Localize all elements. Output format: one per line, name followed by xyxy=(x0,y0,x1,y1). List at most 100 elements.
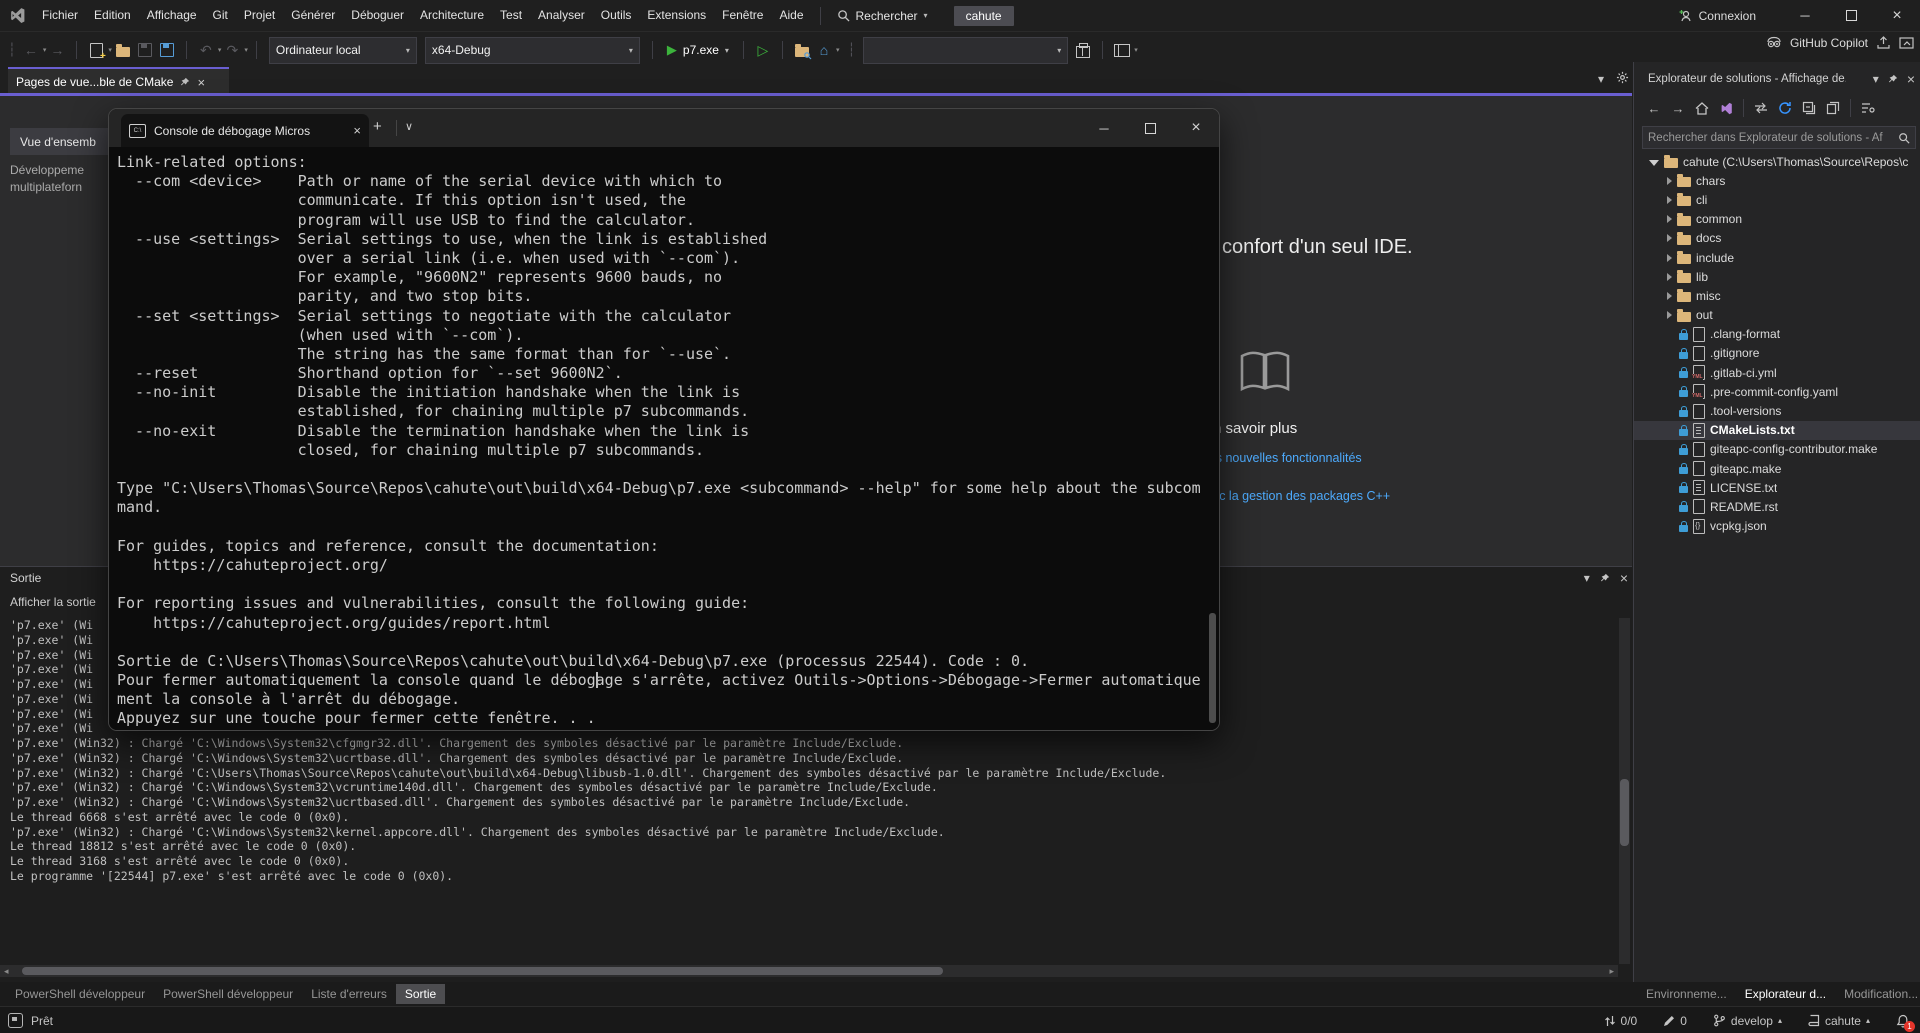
tree-item-pre-commit-config[interactable]: .pre-commit-config.yaml xyxy=(1634,382,1920,401)
back-button[interactable]: ← xyxy=(1644,98,1664,118)
git-branch-status[interactable]: develop ▴ xyxy=(1713,1014,1782,1028)
terminal-close-button[interactable]: × xyxy=(1173,109,1219,147)
tree-item-giteapc-config-contributor[interactable]: giteapc-config-contributor.make xyxy=(1634,440,1920,459)
menu-aide[interactable]: Aide xyxy=(771,0,811,31)
tab-powershell-developpeur-2[interactable]: PowerShell développeur xyxy=(154,984,302,1004)
tree-item-chars[interactable]: chars xyxy=(1634,171,1920,190)
menu-fichier[interactable]: Fichier xyxy=(34,0,86,31)
toolbar-grip[interactable]: ┆ xyxy=(847,42,855,58)
tree-item-lib[interactable]: lib xyxy=(1634,267,1920,286)
share-icon[interactable] xyxy=(1876,36,1891,50)
tab-modifications-git[interactable]: Modification... xyxy=(1835,984,1920,1004)
pin-icon[interactable] xyxy=(1600,573,1610,583)
tree-item-clang-format[interactable]: .clang-format xyxy=(1634,325,1920,344)
menu-fenetre[interactable]: Fenêtre xyxy=(714,0,771,31)
tree-item-vcpkg-json[interactable]: vcpkg.json xyxy=(1634,517,1920,536)
find-in-files-button[interactable] xyxy=(791,38,813,62)
terminal-title-bar[interactable]: C:\ Console de débogage Micros × + ∨ ─ × xyxy=(109,109,1219,147)
menu-projet[interactable]: Projet xyxy=(236,0,283,31)
tree-item-gitignore[interactable]: .gitignore xyxy=(1634,344,1920,363)
terminal-dropdown-button[interactable]: ∨ xyxy=(405,120,413,133)
tree-item-cmakelists[interactable]: CMakeLists.txt xyxy=(1634,421,1920,440)
close-icon[interactable]: × xyxy=(353,123,361,138)
preview-selected-items-icon[interactable] xyxy=(1823,98,1843,118)
navigate-back-button[interactable]: ← xyxy=(20,38,42,62)
debug-target-combobox[interactable]: Ordinateur local ▾ xyxy=(269,37,417,64)
terminal-minimize-button[interactable]: ─ xyxy=(1081,109,1127,147)
collapsed-icon[interactable] xyxy=(1667,311,1672,319)
redo-dropdown-icon[interactable]: ▾ xyxy=(244,46,248,54)
tab-environnement[interactable]: Environneme... xyxy=(1637,984,1736,1004)
start-debugging-button[interactable]: ▶ p7.exe ▾ xyxy=(661,38,735,63)
overview-section-button[interactable]: Vue d'ensemb xyxy=(10,128,118,155)
navigate-forward-button[interactable]: → xyxy=(46,38,68,62)
active-project-badge[interactable]: cahute xyxy=(954,6,1014,26)
toolbar-grip[interactable]: ┆ xyxy=(8,42,16,58)
feedback-icon[interactable] xyxy=(8,1013,23,1028)
scroll-right-icon[interactable]: ▸ xyxy=(1609,965,1614,977)
tree-item-cli[interactable]: cli xyxy=(1634,190,1920,209)
collapsed-icon[interactable] xyxy=(1667,254,1672,262)
new-tab-button[interactable]: + xyxy=(373,118,382,135)
undo-button[interactable]: ↶ xyxy=(195,38,217,62)
open-folder-button[interactable] xyxy=(112,38,134,62)
pin-icon[interactable] xyxy=(180,77,190,87)
menu-deboguer[interactable]: Déboguer xyxy=(343,0,412,31)
tab-cmake-overview-pages[interactable]: Pages de vue...ble de CMake × xyxy=(8,67,229,95)
pending-edits-status[interactable]: 0 xyxy=(1663,1014,1687,1028)
horizontal-scrollbar-thumb[interactable] xyxy=(22,967,943,975)
tab-powershell-developpeur-1[interactable]: PowerShell développeur xyxy=(6,984,154,1004)
github-copilot-label[interactable]: GitHub Copilot xyxy=(1790,36,1868,50)
startup-item-button[interactable]: ⌂ xyxy=(813,38,835,62)
terminal-tab[interactable]: C:\ Console de débogage Micros × xyxy=(121,114,369,147)
horizontal-scrollbar[interactable]: ◂ ▸ xyxy=(0,965,1618,977)
tree-item-common[interactable]: common xyxy=(1634,210,1920,229)
tree-item-out[interactable]: out xyxy=(1634,306,1920,325)
tree-item-giteapc-make[interactable]: giteapc.make xyxy=(1634,459,1920,478)
collapsed-icon[interactable] xyxy=(1667,292,1672,300)
learn-more-fragment[interactable]: n savoir plus xyxy=(1213,420,1297,437)
window-minimize-button[interactable]: ─ xyxy=(1782,0,1828,31)
git-sync-status[interactable]: 0/0 xyxy=(1604,1014,1638,1028)
menu-edition[interactable]: Edition xyxy=(86,0,139,31)
save-button[interactable] xyxy=(134,38,156,62)
menu-architecture[interactable]: Architecture xyxy=(412,0,492,31)
tree-item-tool-versions[interactable]: .tool-versions xyxy=(1634,401,1920,420)
tab-liste-erreurs[interactable]: Liste d'erreurs xyxy=(302,984,396,1004)
menu-affichage[interactable]: Affichage xyxy=(139,0,205,31)
menu-extensions[interactable]: Extensions xyxy=(639,0,714,31)
refresh-icon[interactable] xyxy=(1775,98,1795,118)
solution-explorer-search-input[interactable]: Rechercher dans Explorateur de solutions… xyxy=(1642,126,1916,149)
tree-item-cahute-root[interactable]: cahute (C:\Users\Thomas\Source\Repos\c xyxy=(1634,152,1920,171)
vertical-scrollbar[interactable] xyxy=(1619,618,1630,964)
sync-with-active-document-icon[interactable] xyxy=(1751,98,1771,118)
search-menu-button[interactable]: Rechercher ▾ xyxy=(829,0,936,31)
tab-list-dropdown-icon[interactable]: ▾ xyxy=(1598,72,1604,86)
tree-item-license[interactable]: LICENSE.txt xyxy=(1634,478,1920,497)
close-icon[interactable]: × xyxy=(1907,71,1915,87)
configuration-combobox[interactable]: x64-Debug ▾ xyxy=(425,37,640,64)
window-layout-button[interactable] xyxy=(1111,38,1133,62)
start-without-debugging-button[interactable]: ▷ xyxy=(752,38,774,62)
collapsed-icon[interactable] xyxy=(1667,234,1672,242)
terminal-maximize-button[interactable] xyxy=(1127,109,1173,147)
collapse-all-icon[interactable] xyxy=(1799,98,1819,118)
empty-combobox[interactable]: ▾ xyxy=(863,37,1068,64)
tree-item-misc[interactable]: misc xyxy=(1634,286,1920,305)
git-repo-status[interactable]: cahute ▴ xyxy=(1808,1014,1870,1028)
collapsed-icon[interactable] xyxy=(1667,196,1672,204)
cpp-packages-link[interactable]: vec la gestion des packages C++ xyxy=(1206,489,1390,503)
window-layout-dropdown-icon[interactable]: ▾ xyxy=(1134,46,1138,54)
menu-analyser[interactable]: Analyser xyxy=(530,0,593,31)
forward-button[interactable]: → xyxy=(1668,98,1688,118)
solution-explorer-header[interactable]: Explorateur de solutions - Affichage de.… xyxy=(1634,66,1920,92)
redo-button[interactable]: ↷ xyxy=(221,38,243,62)
startup-item-dropdown-icon[interactable]: ▾ xyxy=(836,46,840,54)
tree-item-include[interactable]: include xyxy=(1634,248,1920,267)
account-window-icon[interactable] xyxy=(1899,36,1914,50)
close-icon[interactable]: × xyxy=(1620,570,1628,586)
pin-icon[interactable] xyxy=(1888,74,1898,84)
window-maximize-button[interactable] xyxy=(1828,0,1874,31)
pending-changes-filter-icon[interactable] xyxy=(1858,98,1878,118)
home-icon[interactable] xyxy=(1692,98,1712,118)
